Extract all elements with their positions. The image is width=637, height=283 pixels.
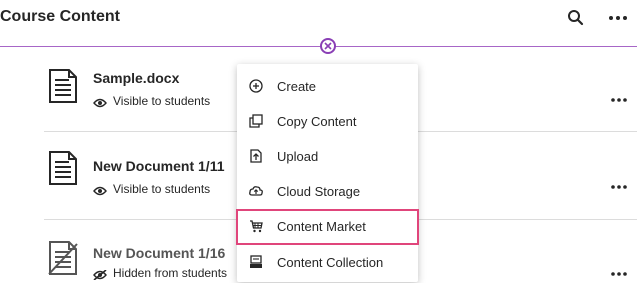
add-content-divider xyxy=(0,46,637,47)
eye-icon xyxy=(93,185,107,196)
menu-item-create[interactable]: Create xyxy=(237,70,418,104)
upload-icon xyxy=(249,149,263,163)
menu-item-upload[interactable]: Upload xyxy=(237,140,418,174)
menu-item-label: Cloud Storage xyxy=(277,184,361,199)
document-icon xyxy=(47,150,79,191)
row-more-icon[interactable] xyxy=(610,177,628,189)
collection-icon xyxy=(249,255,263,269)
menu-item-copy-content[interactable]: Copy Content xyxy=(237,105,418,139)
row-more-icon[interactable] xyxy=(610,264,628,276)
plus-circle-icon xyxy=(249,79,263,93)
document-hidden-icon xyxy=(47,240,79,281)
more-options-icon[interactable] xyxy=(607,10,629,26)
item-status: Hidden from students xyxy=(93,266,228,281)
menu-item-content-market[interactable]: Content Market xyxy=(236,209,419,245)
menu-item-label: Create xyxy=(277,79,317,94)
copy-icon xyxy=(249,114,263,128)
menu-item-label: Content Market xyxy=(277,219,366,234)
menu-item-label: Copy Content xyxy=(277,114,357,129)
item-status: Visible to students xyxy=(93,94,210,108)
status-text: Visible to students xyxy=(113,182,211,196)
item-title[interactable]: Sample.docx xyxy=(93,70,179,86)
menu-item-content-collection[interactable]: Content Collection xyxy=(237,246,418,280)
search-icon[interactable] xyxy=(566,8,586,28)
document-icon xyxy=(47,68,79,109)
market-icon xyxy=(249,219,263,233)
status-text: Visible to students xyxy=(113,94,211,108)
cloud-icon xyxy=(249,184,263,198)
add-content-plus-icon[interactable] xyxy=(320,38,336,54)
item-title[interactable]: New Document 1/16 xyxy=(93,245,225,261)
add-content-menu: Create Copy Content Upload Cloud Storage… xyxy=(236,64,419,282)
row-more-icon[interactable] xyxy=(610,90,628,102)
item-title[interactable]: New Document 1/11 xyxy=(93,158,225,174)
menu-item-label: Upload xyxy=(277,149,319,164)
menu-item-cloud-storage[interactable]: Cloud Storage xyxy=(237,175,418,209)
status-text: Hidden from students xyxy=(113,266,228,280)
eye-slash-icon xyxy=(93,269,107,281)
menu-item-label: Content Collection xyxy=(277,255,384,270)
eye-icon xyxy=(93,97,107,108)
item-status: Visible to students xyxy=(93,182,210,196)
page-title: Course Content xyxy=(0,8,120,25)
